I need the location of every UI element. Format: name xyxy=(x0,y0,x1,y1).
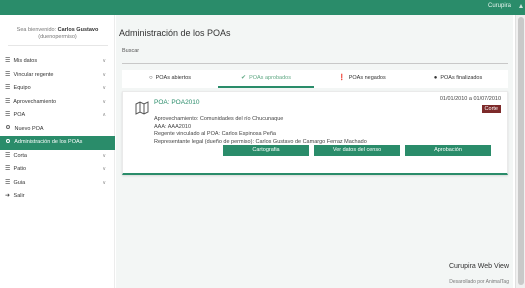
tab-label: POAs abiertos xyxy=(155,75,192,81)
menu-icon: ☰ xyxy=(5,85,11,91)
sidebar-item-guia[interactable]: ☰ Guia ∨ xyxy=(0,177,115,191)
circle-icon xyxy=(6,125,10,130)
welcome-login: (duenopermiso) xyxy=(38,34,77,40)
top-bar: Curupira xyxy=(0,0,525,15)
sidebar-item-mis-datos[interactable]: ☰ Mis datos ∨ xyxy=(0,55,115,69)
sidebar-item-label: Vincular regente xyxy=(13,71,54,78)
menu-icon: ☰ xyxy=(5,152,11,159)
alert-circle-icon: ❗ xyxy=(338,75,346,81)
sidebar-item-poa[interactable]: ☰ POA ∧ xyxy=(0,109,115,123)
sidebar-item-patio[interactable]: ☰ Patio ∨ xyxy=(0,163,115,177)
sidebar-item-aprovechamiento[interactable]: ☰ Aprovechamiento ∨ xyxy=(0,96,115,110)
filled-circle-icon: ● xyxy=(433,75,438,81)
page-scrollbar[interactable] xyxy=(515,15,525,288)
menu-icon: ☰ xyxy=(5,71,11,78)
tab-poas-aprobados[interactable]: ✔ POAs aprobados xyxy=(218,70,314,88)
poa-aaa: AAA: AAA2010 xyxy=(154,123,191,130)
circle-outline-icon: ○ xyxy=(148,75,153,81)
sidebar-item-nuevo-poa[interactable]: Nuevo POA xyxy=(0,123,115,137)
welcome-message: Sea bienvenido: Carlos Gustavo (duenoper… xyxy=(0,27,115,46)
chevron-down-icon: ∨ xyxy=(102,71,106,78)
chevron-down-icon: ∨ xyxy=(102,152,106,159)
scroll-up-icon[interactable] xyxy=(519,4,523,8)
sidebar-item-label: Nuevo POA xyxy=(14,125,44,132)
logout-icon: ➜ xyxy=(5,193,11,199)
chevron-down-icon: ∨ xyxy=(102,58,106,64)
sidebar-item-label: POA xyxy=(13,112,26,118)
aprobacion-button[interactable]: Aprobación xyxy=(405,145,491,156)
sidebar-item-corta[interactable]: ☰ Corta ∨ xyxy=(0,150,115,164)
tab-poas-finalizados[interactable]: ● POAs finalizados xyxy=(410,70,506,88)
menu-icon: ☰ xyxy=(5,58,11,64)
poa-representante: Representante legal (dueño de permiso): … xyxy=(154,138,367,145)
sidebar-item-administracion-poas[interactable]: Administración de los POAs xyxy=(0,136,115,150)
poa-card: POA: POA2010 01/01/2010 a 01/07/2010 Cor… xyxy=(122,91,508,175)
poa-aprovechamiento: Aprovechamiento: Comunidades del río Chu… xyxy=(154,116,284,122)
status-badge: Corte xyxy=(481,105,501,113)
poa-tabs: ○ POAs abiertos ✔ POAs aprobados ❗ POAs neg… xyxy=(122,70,508,88)
tab-poas-abiertos[interactable]: ○ POAs abiertos xyxy=(122,70,218,88)
search-input[interactable] xyxy=(122,54,508,64)
menu-icon: ☰ xyxy=(5,179,11,186)
sidebar-divider xyxy=(7,45,108,46)
tab-label: POAs aprobados xyxy=(249,75,291,81)
sidebar-item-vincular-regente[interactable]: ☰ Vincular regente ∨ xyxy=(0,69,115,83)
chevron-down-icon: ∨ xyxy=(102,166,106,172)
welcome-user: Carlos Gustavo xyxy=(57,27,99,33)
sidebar-item-label: Aprovechamiento xyxy=(13,98,57,105)
welcome-prefix: Sea bienvenido: xyxy=(16,27,57,33)
main-content: Administración de los POAs Buscar ○ POAs … xyxy=(116,15,513,288)
ver-datos-censo-button[interactable]: Ver datos del censo xyxy=(314,145,400,156)
sidebar-item-salir[interactable]: ➜ Salir xyxy=(0,190,115,204)
footer-title: Curupira Web View xyxy=(448,263,509,270)
sidebar-menu: ☰ Mis datos ∨ ☰ Vincular regente ∨ ☰ Equ… xyxy=(0,55,115,204)
poa-regente: Regente vinculado al POA: Carlos Espinos… xyxy=(154,131,276,137)
poa-dates: 01/01/2010 a 01/07/2010 xyxy=(439,96,501,102)
menu-icon: ☰ xyxy=(5,166,11,172)
tab-label: POAs negados xyxy=(348,75,386,81)
menu-icon: ☰ xyxy=(5,98,11,105)
poa-title: POA: POA2010 xyxy=(154,99,200,106)
menu-icon: ☰ xyxy=(5,112,11,118)
chevron-up-icon: ∧ xyxy=(102,112,106,118)
sidebar-item-label: Guia xyxy=(13,179,26,186)
chevron-down-icon: ∨ xyxy=(102,85,106,91)
scrollbar-thumb[interactable] xyxy=(518,17,524,285)
sidebar-item-label: Mis datos xyxy=(13,58,38,64)
chevron-down-icon: ∨ xyxy=(102,179,106,186)
sidebar-item-label: Administración de los POAs xyxy=(14,139,83,145)
circle-icon xyxy=(6,138,10,143)
sidebar-item-equipo[interactable]: ☰ Equipo ∨ xyxy=(0,82,115,96)
sidebar-item-label: Salir xyxy=(13,193,25,199)
page-title: Administración de los POAs xyxy=(119,28,231,38)
tab-label: POAs finalizados xyxy=(440,75,483,81)
cartografia-button[interactable]: Cartografia xyxy=(223,145,309,156)
check-circle-icon: ✔ xyxy=(241,75,247,81)
chevron-down-icon: ∨ xyxy=(102,98,106,105)
sidebar-item-label: Equipo xyxy=(13,85,31,91)
map-icon xyxy=(135,101,149,115)
sidebar-item-label: Patio xyxy=(13,166,27,172)
sidebar: Sea bienvenido: Carlos Gustavo (duenoper… xyxy=(0,15,115,288)
sidebar-item-label: Corta xyxy=(13,152,27,159)
footer-subtitle: Desarollado por AnimalTag xyxy=(449,279,509,285)
tab-poas-negados[interactable]: ❗ POAs negados xyxy=(314,70,410,88)
brand-label: Curupira xyxy=(487,3,511,9)
